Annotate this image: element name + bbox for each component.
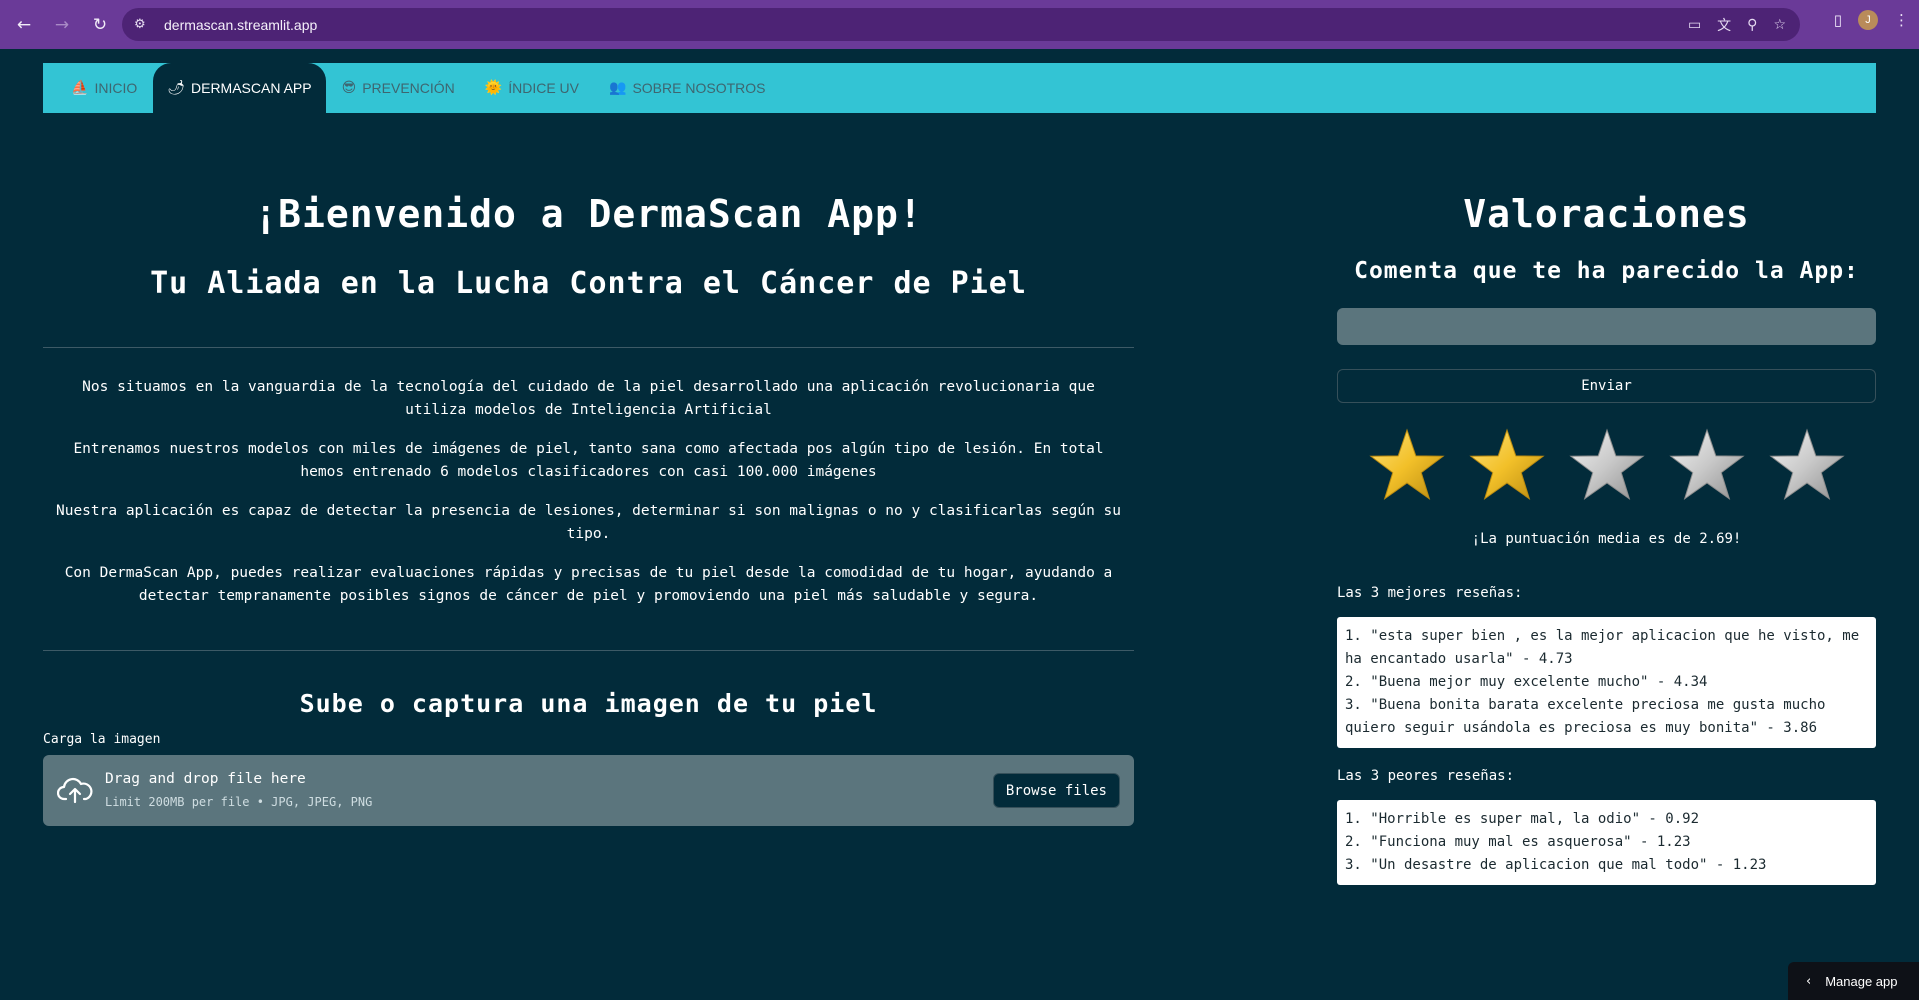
forward-icon[interactable]: → [48,11,76,39]
cloud-upload-icon [57,777,93,804]
divider [43,650,1134,651]
browse-files-button[interactable]: Browse files [992,773,1120,808]
review-item: 3. "Buena bonita barata excelente precio… [1345,697,1826,736]
dropzone-hint: Limit 200MB per file • JPG, JPEG, PNG [105,795,373,809]
tab-label: INICIO [94,80,138,96]
review-item: 1. "Horrible es super mal, la odio" - 0.… [1345,811,1700,827]
sun-icon: 🌞 [484,80,503,96]
review-item: 2. "Funciona muy mal es asquerosa" - 1.2… [1345,834,1691,850]
upload-heading: Sube o captura una imagen de tu piel [299,689,878,718]
main-column: ¡Bienvenido a DermaScan App! Tu Aliada e… [43,113,1134,826]
browser-toolbar: ← → ↻ ⚙ dermascan.streamlit.app ▭ 文 ⚲ ☆ … [0,0,1919,49]
back-icon[interactable]: ← [10,11,38,39]
upload-label: Carga la imagen [43,732,161,747]
tab-label: PREVENCIÓN [362,80,455,96]
review-item: 1. "esta super bien , es la mejor aplica… [1345,628,1860,667]
ratings-title: Valoraciones [1463,192,1750,236]
manage-app-button[interactable]: ‹ Manage app [1788,962,1919,1000]
zoom-icon[interactable]: ⚲ [1747,17,1757,33]
worst-reviews-box: 1. "Horrible es super mal, la odio" - 0.… [1337,800,1876,885]
page-title: ¡Bienvenido a DermaScan App! [254,192,923,236]
install-app-icon[interactable]: ▭ [1688,17,1701,33]
average-score: ¡La puntuación media es de 2.69! [1471,531,1742,547]
tab-indice-uv[interactable]: 🌞 ÍNDICE UV [471,69,593,107]
site-settings-icon[interactable]: ⚙ [134,17,154,32]
divider [43,347,1134,348]
tab-label: ÍNDICE UV [508,80,580,96]
reload-icon[interactable]: ↻ [86,11,114,39]
ratings-column: Valoraciones Comenta que te ha parecido … [1337,113,1876,885]
address-bar[interactable]: ⚙ dermascan.streamlit.app ▭ 文 ⚲ ☆ [122,8,1800,41]
tab-inicio[interactable]: ⛵ INICIO [57,69,151,107]
people-icon: 👥 [609,80,627,96]
intro-paragraph: Nos situamos en la vanguardia de la tecn… [82,379,1095,418]
star-filled-icon[interactable] [1468,427,1546,505]
tab-dermascan-app[interactable]: 🌶 DERMASCAN APP [153,63,326,113]
star-empty-icon[interactable] [1768,427,1846,505]
translate-icon[interactable]: 文 [1717,15,1731,35]
dropzone-title: Drag and drop file here [105,771,306,787]
bookmark-star-icon[interactable]: ☆ [1773,17,1786,33]
review-item: 2. "Buena mejor muy excelente mucho" - 4… [1345,674,1708,690]
sunglasses-icon: 😎 [341,80,357,96]
star-empty-icon[interactable] [1668,427,1746,505]
send-button[interactable]: Enviar [1337,369,1876,403]
best-reviews-box: 1. "esta super bien , es la mejor aplica… [1337,617,1876,748]
intro-paragraph: Con DermaScan App, puedes realizar evalu… [64,565,1113,604]
star-filled-icon[interactable] [1368,427,1446,505]
boat-icon: ⛵ [71,80,89,96]
avatar[interactable]: J [1858,10,1878,30]
intro-paragraph: Entrenamos nuestros modelos con miles de… [73,441,1104,480]
star-empty-icon[interactable] [1568,427,1646,505]
chevron-left-icon: ‹ [1806,973,1812,989]
tab-label: DERMASCAN APP [191,80,312,96]
comment-prompt: Comenta que te ha parecido la App: [1354,258,1859,284]
menu-icon[interactable]: ⋮ [1894,11,1909,29]
comment-input[interactable] [1337,308,1876,345]
best-reviews-label: Las 3 mejores reseñas: [1337,585,1523,601]
side-panel-icon[interactable]: ▯ [1834,11,1842,29]
tab-sobre-nosotros[interactable]: 👥 SOBRE NOSOTROS [595,69,779,107]
top-nav: ⛵ INICIO 🌶 DERMASCAN APP 😎 PREVENCIÓN 🌞 ÍNDI… [43,63,1876,113]
intro-paragraph: Nuestra aplicación es capaz de detectar … [55,503,1122,542]
tab-prevencion[interactable]: 😎 PREVENCIÓN [328,69,469,107]
file-dropzone[interactable]: Drag and drop file here Limit 200MB per … [43,755,1134,826]
worst-reviews-label: Las 3 peores reseñas: [1337,768,1515,784]
tab-label: SOBRE NOSOTROS [632,80,766,96]
manage-app-label: Manage app [1825,973,1898,989]
review-item: 3. "Un desastre de aplicacion que mal to… [1345,857,1767,873]
page-subtitle: Tu Aliada en la Lucha Contra el Cáncer d… [150,266,1027,301]
star-rating[interactable] [1337,427,1876,505]
pepper-icon: 🌶 [167,80,185,96]
url-text[interactable]: dermascan.streamlit.app [164,17,317,33]
